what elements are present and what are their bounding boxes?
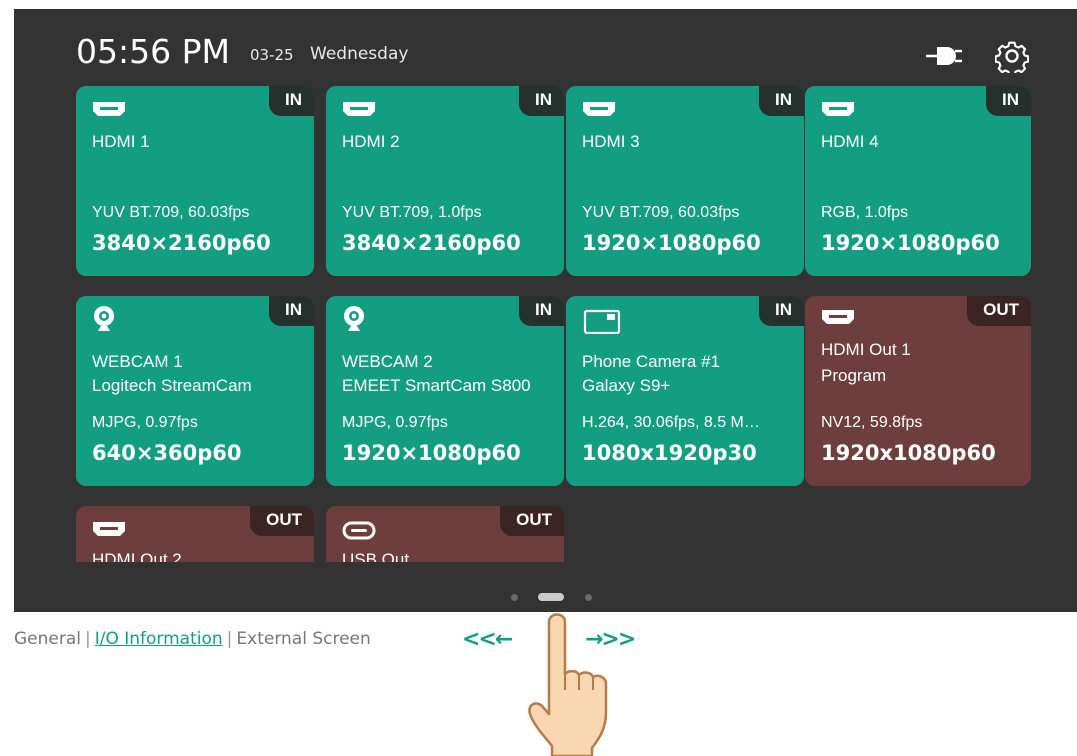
tile-resolution: 3840×2160p60: [92, 231, 271, 255]
page-dot-3[interactable]: [585, 594, 592, 601]
tab-external-screen[interactable]: External Screen: [236, 629, 370, 649]
tile-resolution: 1080x1920p30: [582, 441, 757, 465]
tile-name: WEBCAM 1: [92, 352, 183, 371]
hdmi-icon: [822, 102, 854, 116]
hdmi-icon: [93, 522, 125, 536]
tile-format: MJPG, 0.97fps: [342, 414, 448, 431]
direction-badge: IN: [759, 296, 804, 326]
swipe-left-arrows: <<←: [462, 627, 513, 652]
direction-badge: IN: [269, 296, 314, 326]
io-tile-hdmi-4[interactable]: IN HDMI 4 RGB, 1.0fps 1920×1080p60: [805, 86, 1031, 276]
clock-day: Wednesday: [310, 44, 409, 64]
tile-resolution: 1920×1080p60: [342, 441, 521, 465]
hdmi-icon: [343, 102, 375, 116]
direction-badge: OUT: [967, 296, 1031, 326]
direction-badge: IN: [986, 86, 1031, 116]
swipe-hand-icon: [528, 613, 608, 756]
clock-date: 03-25: [250, 46, 294, 64]
tab-general[interactable]: General: [14, 629, 81, 649]
io-tile-hdmi-out-2[interactable]: OUT HDMI Out 2: [76, 506, 314, 562]
hdmi-icon: [583, 102, 615, 116]
clock-time: 05:56 PM: [76, 32, 230, 71]
tile-name: Phone Camera #1: [582, 352, 720, 371]
tile-resolution: 1920x1080p60: [821, 441, 996, 465]
tile-resolution: 1920×1080p60: [582, 231, 761, 255]
gear-icon[interactable]: [995, 39, 1029, 73]
tile-format: NV12, 59.8fps: [821, 414, 923, 431]
tile-format: YUV BT.709, 60.03fps: [92, 204, 250, 221]
tile-name: WEBCAM 2: [342, 352, 433, 371]
tile-format: MJPG, 0.97fps: [92, 414, 198, 431]
tile-resolution: 640×360p60: [92, 441, 242, 465]
page-dot-1[interactable]: [511, 594, 518, 601]
tab-separator: |: [85, 629, 91, 649]
io-tiles-grid: IN HDMI 1 YUV BT.709, 60.03fps 3840×2160…: [76, 86, 1031, 562]
io-tile-webcam-2[interactable]: IN WEBCAM 2 EMEET SmartCam S800 MJPG, 0.…: [326, 296, 564, 486]
tile-device: EMEET SmartCam S800: [342, 376, 531, 395]
tile-name: HDMI 2: [342, 132, 400, 151]
tile-format: RGB, 1.0fps: [821, 204, 909, 221]
io-tile-hdmi-2[interactable]: IN HDMI 2 YUV BT.709, 1.0fps 3840×2160p6…: [326, 86, 564, 276]
direction-badge: IN: [519, 86, 564, 116]
usb-c-icon: [342, 521, 376, 540]
io-tile-hdmi-3[interactable]: IN HDMI 3 YUV BT.709, 60.03fps 1920×1080…: [566, 86, 804, 276]
device-screen: 05:56 PM 03-25 Wednesday IN HDMI 1 YUV B…: [14, 9, 1077, 612]
tile-name: HDMI 4: [821, 132, 879, 151]
direction-badge: OUT: [250, 506, 314, 536]
io-tile-hdmi-1[interactable]: IN HDMI 1 YUV BT.709, 60.03fps 3840×2160…: [76, 86, 314, 276]
tile-name: USB Out: [342, 550, 410, 562]
tab-separator: |: [226, 629, 233, 649]
io-tile-usb-out[interactable]: OUT USB Out: [326, 506, 564, 562]
tile-resolution: 3840×2160p60: [342, 231, 521, 255]
tile-name: HDMI Out 2: [92, 550, 182, 562]
power-plug-icon[interactable]: [926, 43, 962, 69]
phone-camera-icon: [583, 309, 620, 334]
direction-badge: IN: [759, 86, 804, 116]
hdmi-icon: [93, 102, 125, 116]
io-tile-webcam-1[interactable]: IN WEBCAM 1 Logitech StreamCam MJPG, 0.9…: [76, 296, 314, 486]
io-tile-hdmi-out-1[interactable]: OUT HDMI Out 1 Program NV12, 59.8fps 192…: [805, 296, 1031, 486]
tab-bar: General | I/O Information | External Screen: [14, 629, 371, 649]
webcam-icon: [94, 306, 114, 331]
tile-format: H.264, 30.06fps, 8.5 M…: [582, 414, 760, 431]
direction-badge: OUT: [500, 506, 564, 536]
tile-resolution: 1920×1080p60: [821, 231, 1000, 255]
tab-io-information[interactable]: I/O Information: [95, 629, 223, 649]
tile-format: YUV BT.709, 1.0fps: [342, 204, 482, 221]
direction-badge: IN: [269, 86, 314, 116]
page-dot-2-active[interactable]: [538, 593, 564, 601]
tile-device: Galaxy S9+: [582, 376, 671, 395]
io-tile-phone-camera-1[interactable]: IN Phone Camera #1 Galaxy S9+ H.264, 30.…: [566, 296, 804, 486]
tile-device: Logitech StreamCam: [92, 376, 252, 395]
webcam-icon: [344, 306, 364, 331]
tile-name: HDMI Out 1: [821, 340, 911, 359]
tile-format: YUV BT.709, 60.03fps: [582, 204, 740, 221]
direction-badge: IN: [519, 296, 564, 326]
tile-name: HDMI 3: [582, 132, 640, 151]
tile-role: Program: [821, 366, 887, 385]
tile-name: HDMI 1: [92, 132, 150, 151]
hdmi-icon: [822, 310, 854, 324]
